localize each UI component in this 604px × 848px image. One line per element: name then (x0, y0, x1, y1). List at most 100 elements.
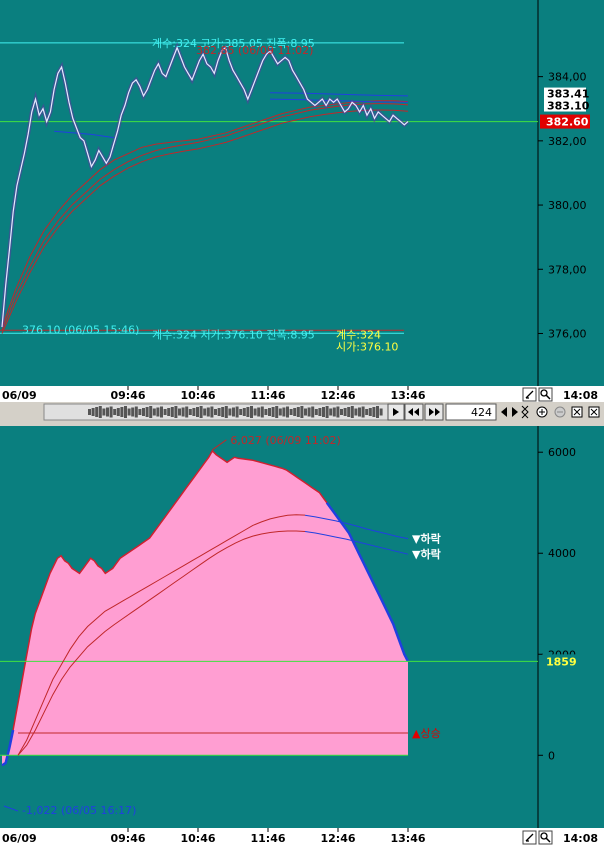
chart-window: 384,00382,00380,00378,00376,00 383.41383… (0, 0, 604, 848)
overview-bar (289, 409, 293, 415)
overview-bar (88, 409, 91, 415)
overview-bar (242, 408, 246, 416)
indicator-time-axis-bg (0, 828, 604, 848)
overview-bar (188, 409, 192, 415)
overview-bar (106, 407, 109, 417)
overview-bar (318, 408, 322, 416)
overview-bar (163, 409, 167, 415)
overview-bar (361, 406, 365, 418)
fit-button[interactable] (571, 406, 583, 418)
zoom-in-button[interactable] (536, 406, 548, 418)
magnifier-button[interactable] (538, 387, 553, 402)
overview-bar (235, 406, 239, 418)
overview-bar (343, 408, 347, 416)
overview-bar (336, 406, 340, 418)
indicator-right-tags: 1859 (542, 654, 577, 669)
overview-bar (210, 406, 214, 418)
indicator-x-tick-label: 13:46 (390, 832, 425, 845)
indicator-panel: 6000400020000 1859 6,027 (06/09 11:02)-1… (0, 422, 604, 828)
overview-bar (178, 408, 181, 416)
price-x-tick-label: 12:46 (320, 389, 355, 402)
overview-bar (91, 408, 95, 416)
overview-bar (124, 406, 127, 418)
indicator-x-tick-label: 11:46 (250, 832, 285, 845)
overview-bar (174, 406, 178, 418)
overview-bar (134, 406, 138, 418)
price-low-stats-annotation: 계수:324 저가:376.10 진폭:8.95 (152, 328, 315, 341)
overview-bar (282, 407, 286, 417)
magnifier-button-2[interactable] (538, 830, 553, 845)
overview-bar (268, 408, 271, 416)
overview-bar (206, 407, 210, 417)
price-right-tags: 383.41383.10382.60 (540, 87, 590, 129)
indicator-time-axis-end: 14:08 (563, 832, 598, 845)
overview-bar (372, 407, 376, 417)
overview-bar (250, 406, 253, 418)
overview-bar (358, 407, 361, 417)
price-time-axis-end: 14:08 (563, 389, 598, 402)
overview-bar (347, 407, 351, 417)
overview-bar (203, 408, 207, 416)
overview-bar (322, 407, 325, 417)
overview-bar (271, 407, 275, 417)
overview-bar (325, 406, 329, 418)
overview-bar (167, 408, 171, 416)
overview-bar (368, 408, 372, 416)
overview-bar (224, 406, 228, 418)
overview-bar (307, 407, 311, 417)
overview-bar (286, 406, 289, 418)
price-time-axis-date: 06/09 (2, 389, 37, 402)
overview-bar (296, 407, 300, 417)
indicator-y-tick-label: 4000 (548, 547, 576, 560)
fast-forward-button[interactable] (424, 403, 444, 421)
draw-tool-button[interactable] (522, 387, 537, 402)
price-x-tick-label: 11:46 (250, 389, 285, 402)
overview-bar (98, 406, 102, 418)
close-chart-button[interactable] (588, 406, 600, 418)
overview-bar (138, 409, 142, 415)
overview-bar (116, 408, 120, 416)
overview-bar (228, 408, 232, 416)
overview-bar (196, 407, 199, 417)
overview-bar (278, 408, 282, 416)
overview-bar (160, 406, 163, 418)
draw-tool-button-2[interactable] (522, 830, 537, 845)
overview-bar (149, 406, 153, 418)
indicator-time-axis: 06/09 09:46 10:46 11:46 12:46 13:46 14:08 (0, 828, 604, 848)
overview-bar (217, 408, 221, 416)
overview-bar (199, 406, 203, 418)
indicator-y-tick-label: 6000 (548, 446, 576, 459)
overview-bar (329, 408, 333, 416)
indicator-y-axis[interactable] (538, 426, 604, 828)
overview-bar (257, 407, 261, 417)
overview-bar (246, 407, 250, 417)
overview-bar (379, 408, 383, 416)
overview-bar (185, 406, 189, 418)
scroll-right-button[interactable] (387, 403, 405, 421)
overview-bar (293, 408, 297, 416)
indicator-y-tick-label: 0 (548, 749, 555, 762)
price-x-tick-label: 10:46 (180, 389, 215, 402)
rewind-button[interactable] (404, 403, 424, 421)
overview-bar (376, 406, 379, 418)
overview-bar (113, 409, 117, 415)
panel-splitter[interactable] (0, 422, 604, 426)
overview-bar (314, 409, 318, 415)
overview-bar (214, 409, 217, 415)
price-x-tick-label: 13:46 (390, 389, 425, 402)
price-y-tick-label: 380,00 (548, 199, 587, 212)
indicator-low-annotation: -1,022 (06/05 16:17) (22, 804, 136, 817)
overview-bar (239, 409, 243, 415)
price-y-tick-label: 378,00 (548, 263, 587, 276)
overview-bar (300, 406, 304, 418)
indicator-x-tick-label: 09:46 (110, 832, 145, 845)
overview-bar (131, 407, 135, 417)
overview-bar (170, 407, 174, 417)
overview-bar (145, 407, 149, 417)
indicator-high-annotation: 6,027 (06/09 11:02) (230, 434, 340, 447)
indicator-x-tick-label: 12:46 (320, 832, 355, 845)
zoom-out-button[interactable] (554, 406, 566, 418)
overview-bar (275, 406, 279, 418)
price-y-tick-label: 382,00 (548, 135, 587, 148)
navigation-bar: 424 (0, 402, 604, 422)
